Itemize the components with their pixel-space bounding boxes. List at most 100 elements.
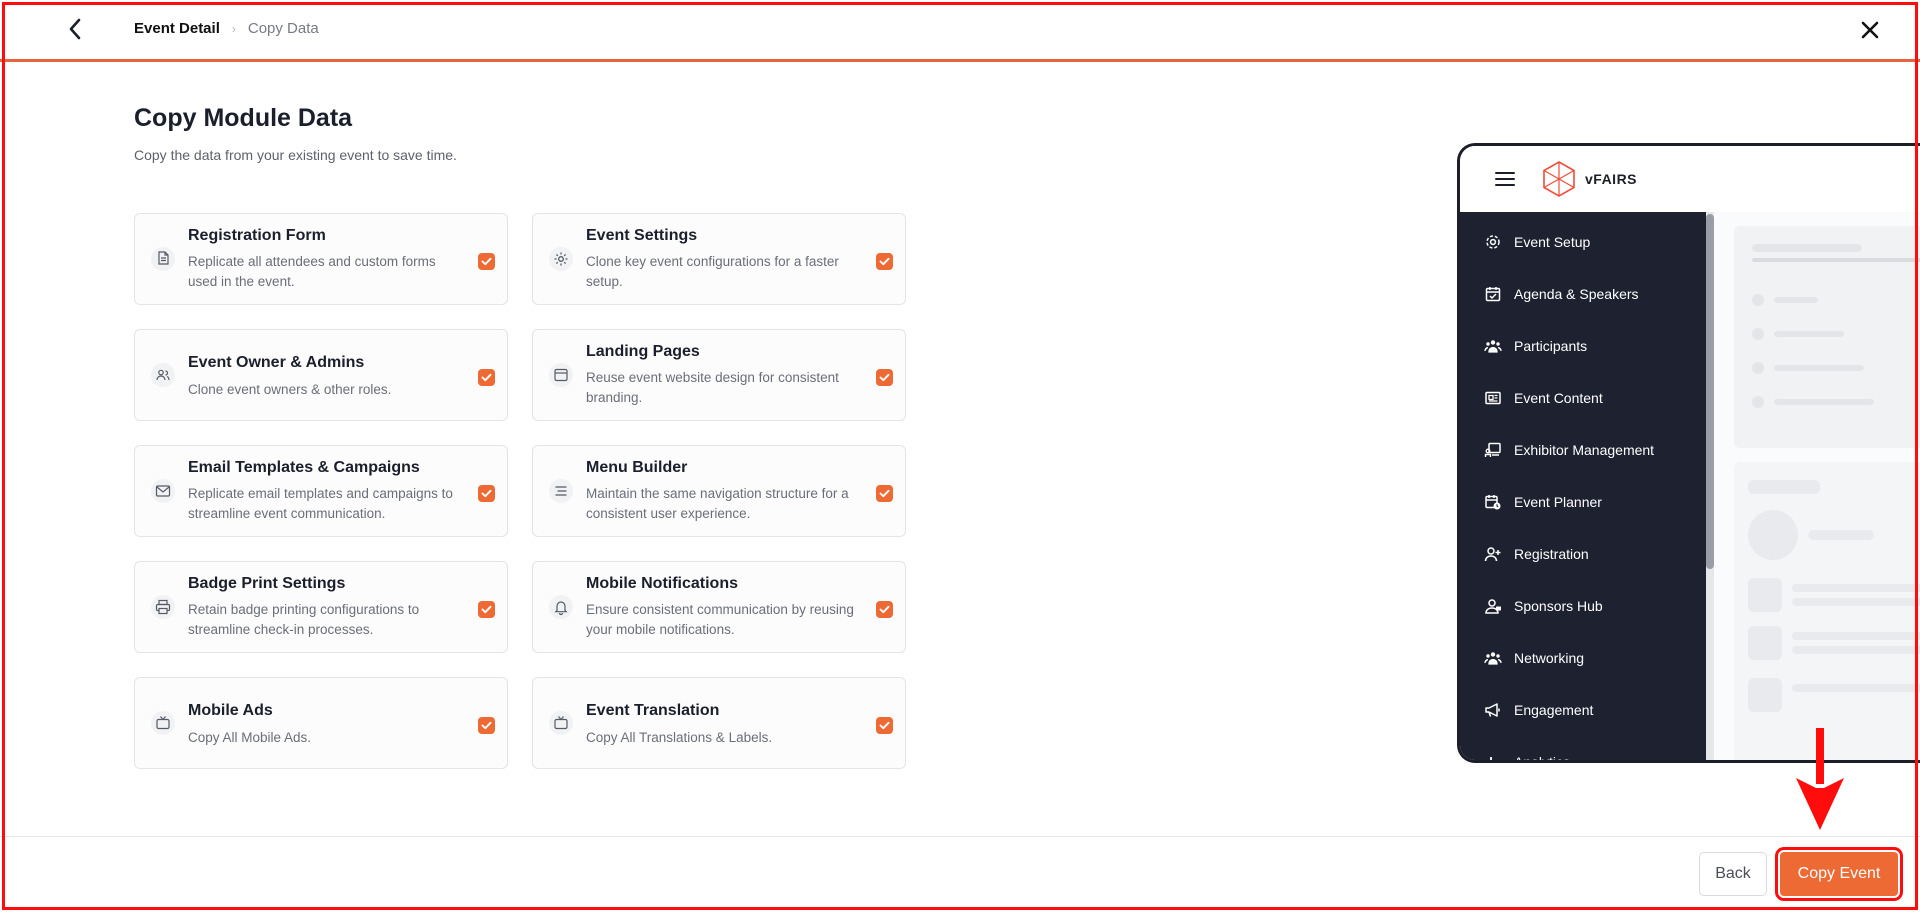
module-title: Event Owner & Admins xyxy=(188,354,365,371)
user-plus-icon xyxy=(1484,545,1502,563)
skeleton-line xyxy=(1792,598,1920,606)
module-description: Replicate all attendees and custom forms… xyxy=(188,254,436,289)
preview-sidebar: Event Setup Agenda & Speakers Participants… xyxy=(1460,212,1706,760)
preview-content-skeleton xyxy=(1714,212,1920,760)
preview-menu-label: Participants xyxy=(1514,338,1588,354)
module-description: Maintain the same navigation structure f… xyxy=(586,486,849,521)
page-title: Copy Module Data xyxy=(134,104,353,132)
module-checkbox[interactable] xyxy=(876,717,893,734)
checkmark-icon xyxy=(879,605,890,614)
skeleton-line xyxy=(1792,646,1920,654)
megaphone-icon xyxy=(1484,701,1502,719)
skeleton-dot xyxy=(1752,294,1764,306)
breadcrumb-current[interactable]: Event Detail xyxy=(134,20,220,37)
preview-menu-item[interactable]: Exhibitor Management xyxy=(1484,438,1654,462)
module-checkbox[interactable] xyxy=(876,369,893,386)
module-title: Email Templates & Campaigns xyxy=(188,459,420,476)
module-title: Registration Form xyxy=(188,227,326,244)
module-card[interactable]: Event Settings Clone key event configurat… xyxy=(532,213,906,305)
annotation-arrow-icon xyxy=(1796,728,1844,830)
module-grid: Registration Form Replicate all attendees… xyxy=(134,213,906,769)
preview-menu-item[interactable]: Networking xyxy=(1484,646,1584,670)
module-card[interactable]: Mobile Ads Copy All Mobile Ads. xyxy=(134,677,508,769)
module-description: Reuse event website design for consisten… xyxy=(586,370,839,405)
module-title: Event Translation xyxy=(586,702,720,719)
skeleton-line xyxy=(1774,365,1864,371)
module-title: Landing Pages xyxy=(586,343,700,360)
copy-event-button[interactable]: Copy Event xyxy=(1775,847,1903,901)
back-button[interactable]: Back xyxy=(1699,852,1767,896)
module-title: Badge Print Settings xyxy=(188,575,346,592)
preview-menu-item[interactable]: Sponsors Hub xyxy=(1484,594,1603,618)
skeleton-block xyxy=(1748,678,1782,712)
preview-menu-item[interactable]: Event Planner xyxy=(1484,490,1602,514)
hamburger-icon[interactable] xyxy=(1495,172,1515,191)
module-checkbox[interactable] xyxy=(478,485,495,502)
checkmark-icon xyxy=(481,489,492,498)
preview-menu-item[interactable]: Engagement xyxy=(1484,698,1593,722)
module-checkbox[interactable] xyxy=(876,485,893,502)
envelope-icon xyxy=(151,479,175,503)
module-title: Event Settings xyxy=(586,227,698,244)
skeleton-line xyxy=(1774,331,1844,337)
bell-icon xyxy=(549,595,573,619)
preview-menu-item[interactable]: Analytics xyxy=(1484,750,1570,760)
module-card[interactable]: Registration Form Replicate all attendees… xyxy=(134,213,508,305)
back-chevron-icon[interactable] xyxy=(62,16,88,42)
module-checkbox[interactable] xyxy=(876,253,893,270)
browser-window-icon xyxy=(549,363,573,387)
preview-menu-item[interactable]: Event Setup xyxy=(1484,230,1590,254)
module-checkbox[interactable] xyxy=(478,253,495,270)
preview-menu-item[interactable]: Participants xyxy=(1484,334,1587,358)
checkmark-icon xyxy=(481,721,492,730)
preview-menu-item[interactable]: Event Content xyxy=(1484,386,1603,410)
preview-menu-label: Registration xyxy=(1514,546,1589,562)
vfairs-logo-icon xyxy=(1543,161,1575,197)
close-icon[interactable] xyxy=(1856,16,1884,44)
menu-lines-icon xyxy=(549,479,573,503)
gear-icon xyxy=(1484,233,1502,251)
module-description: Ensure consistent communication by reusi… xyxy=(586,602,854,637)
skeleton-dot xyxy=(1752,396,1764,408)
preview-menu-label: Engagement xyxy=(1514,702,1594,718)
module-card[interactable]: Landing Pages Reuse event website design … xyxy=(532,329,906,421)
skeleton-block xyxy=(1748,626,1782,660)
module-card[interactable]: Mobile Notifications Ensure consistent co… xyxy=(532,561,906,653)
people-group-icon xyxy=(1484,337,1502,355)
module-checkbox[interactable] xyxy=(478,369,495,386)
preview-menu-label: Event Content xyxy=(1514,390,1603,406)
footer-divider xyxy=(0,836,1920,837)
module-description: Replicate email templates and campaigns … xyxy=(188,486,453,521)
module-description: Clone event owners & other roles. xyxy=(188,382,392,397)
breadcrumb-copy-data: Copy Data xyxy=(247,20,319,37)
checkmark-icon xyxy=(879,373,890,382)
module-card[interactable]: Menu Builder Maintain the same navigation… xyxy=(532,445,906,537)
skeleton-dot xyxy=(1752,362,1764,374)
preview-header: vFAIRS xyxy=(1460,146,1920,212)
calendar-clock-icon xyxy=(1484,493,1502,511)
module-checkbox[interactable] xyxy=(876,601,893,618)
checkmark-icon xyxy=(879,721,890,730)
preview-scrollbar[interactable] xyxy=(1706,212,1714,760)
module-description: Retain badge printing configurations to … xyxy=(188,602,420,637)
checkmark-icon xyxy=(879,489,890,498)
preview-panel: vFAIRS Event Setup Agenda & Speakers Parti… xyxy=(1457,143,1920,763)
page-subtitle: Copy the data from your existing event t… xyxy=(134,147,457,163)
module-title: Menu Builder xyxy=(586,459,688,476)
top-bar: Event Detail › Copy Data xyxy=(0,0,1920,62)
preview-menu-item[interactable]: Registration xyxy=(1484,542,1589,566)
preview-menu-label: Networking xyxy=(1514,650,1585,666)
module-card[interactable]: Event Owner & Admins Clone event owners &… xyxy=(134,329,508,421)
module-checkbox[interactable] xyxy=(478,717,495,734)
tv-icon xyxy=(549,711,573,735)
module-card[interactable]: Event Translation Copy All Translations &… xyxy=(532,677,906,769)
preview-scrollbar-thumb[interactable] xyxy=(1706,214,1714,569)
newspaper-icon xyxy=(1484,389,1502,407)
vfairs-logo: vFAIRS xyxy=(1541,160,1637,198)
module-card[interactable]: Badge Print Settings Retain badge printin… xyxy=(134,561,508,653)
module-card[interactable]: Email Templates & Campaigns Replicate ema… xyxy=(134,445,508,537)
preview-menu-label: Exhibitor Management xyxy=(1514,442,1655,458)
skeleton-line xyxy=(1808,530,1874,540)
preview-menu-item[interactable]: Agenda & Speakers xyxy=(1484,282,1639,306)
module-checkbox[interactable] xyxy=(478,601,495,618)
